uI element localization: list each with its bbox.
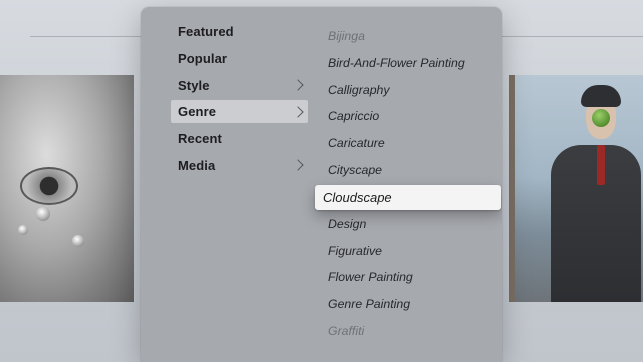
bowler-hat <box>581 85 621 107</box>
chevron-right-icon <box>292 106 304 118</box>
category-item-recent[interactable]: Recent <box>171 127 308 150</box>
genre-item-genre-painting[interactable]: Genre Painting <box>316 291 496 318</box>
category-label: Genre <box>178 104 217 120</box>
chevron-right-icon <box>292 79 304 91</box>
genre-item-caricature[interactable]: Caricature <box>316 130 496 157</box>
genre-item-figurative[interactable]: Figurative <box>316 238 496 265</box>
category-item-popular[interactable]: Popular <box>171 47 308 70</box>
genre-item-graffiti[interactable]: Graffiti <box>316 318 496 345</box>
category-label: Recent <box>178 131 222 147</box>
genre-item-bird-and-flower-painting[interactable]: Bird-And-Flower Painting <box>316 50 496 77</box>
genre-item-flower-painting[interactable]: Flower Painting <box>316 264 496 291</box>
tear-artwork-detail <box>36 207 50 221</box>
tear-artwork-detail <box>72 235 84 247</box>
category-item-genre[interactable]: Genre <box>171 100 308 124</box>
chevron-right-icon <box>292 159 304 172</box>
category-label: Popular <box>178 50 228 66</box>
tear-artwork-detail <box>18 225 28 235</box>
artwork-thumbnail-left <box>0 75 134 302</box>
category-item-media[interactable]: Media <box>171 154 308 177</box>
genre-item-cloudscape[interactable]: Cloudscape <box>315 184 501 210</box>
category-label: Style <box>178 77 210 93</box>
genre-item-bijinga[interactable]: Bijinga <box>316 23 496 50</box>
eye-artwork-detail <box>20 167 78 205</box>
green-apple <box>592 109 610 127</box>
category-list: Featured Popular Style Genre Recent Media <box>171 20 308 181</box>
category-item-style[interactable]: Style <box>171 74 308 97</box>
category-item-featured[interactable]: Featured <box>171 20 308 43</box>
genre-list: Bijinga Bird-And-Flower Painting Calligrap… <box>315 23 501 345</box>
genre-item-capriccio[interactable]: Capriccio <box>316 103 496 130</box>
red-tie <box>597 145 605 185</box>
figure-coat <box>551 145 641 302</box>
frame-edge <box>509 75 515 302</box>
category-label: Featured <box>178 24 234 39</box>
genre-item-calligraphy[interactable]: Calligraphy <box>316 77 496 104</box>
category-label: Media <box>178 157 216 173</box>
genre-item-design[interactable]: Design <box>316 211 496 238</box>
artwork-thumbnail-right <box>509 75 643 302</box>
genre-item-cityscape[interactable]: Cityscape <box>316 157 496 184</box>
browse-menu-panel: Featured Popular Style Genre Recent Media Bij… <box>141 7 502 362</box>
